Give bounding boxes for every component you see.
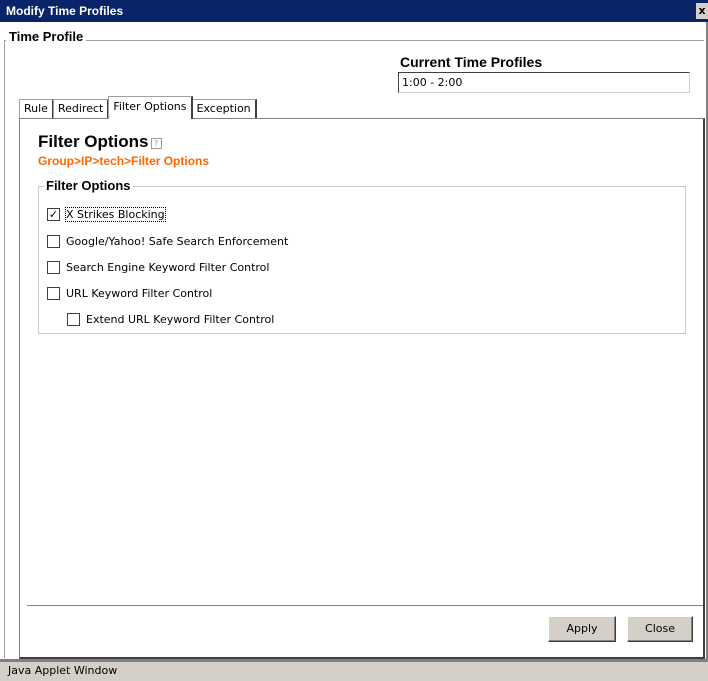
option-safe-search[interactable]: Google/Yahoo! Safe Search Enforcement <box>47 234 288 248</box>
panel-title-text: Filter Options <box>38 132 149 151</box>
current-time-profiles-label: Current Time Profiles <box>400 54 543 70</box>
checkbox-x-strikes-blocking[interactable]: ✓ <box>47 207 60 221</box>
checkbox-url-keyword[interactable] <box>47 286 60 300</box>
tab-redirect[interactable]: Redirect <box>52 99 110 119</box>
apply-button[interactable]: Apply <box>548 616 616 642</box>
tab-rule[interactable]: Rule <box>19 99 54 119</box>
option-extend-url-keyword[interactable]: Extend URL Keyword Filter Control <box>67 312 274 326</box>
tab-filter-options[interactable]: Filter Options <box>108 96 193 119</box>
panel-title: Filter Options? <box>38 132 162 152</box>
option-label: X Strikes Blocking <box>65 206 166 222</box>
filter-options-legend: Filter Options <box>44 178 133 194</box>
option-label: Google/Yahoo! Safe Search Enforcement <box>66 234 289 248</box>
tab-strip: Rule Redirect Filter Options Exception <box>19 96 257 119</box>
option-search-engine-keyword[interactable]: Search Engine Keyword Filter Control <box>47 260 269 274</box>
option-label: Extend URL Keyword Filter Control <box>86 312 275 326</box>
current-time-profiles-field[interactable]: 1:00 - 2:00 <box>398 72 690 93</box>
window-title: Modify Time Profiles <box>6 4 124 18</box>
option-url-keyword[interactable]: URL Keyword Filter Control <box>47 286 212 300</box>
tab-exception[interactable]: Exception <box>191 99 257 119</box>
checkbox-safe-search[interactable] <box>47 234 60 248</box>
checkbox-extend-url-keyword[interactable] <box>67 312 80 326</box>
close-icon[interactable]: x <box>696 3 708 19</box>
option-label: Search Engine Keyword Filter Control <box>66 260 270 274</box>
checkbox-search-engine-keyword[interactable] <box>47 260 60 274</box>
title-bar: Modify Time Profiles x <box>0 0 708 22</box>
footer-divider <box>27 605 703 606</box>
help-icon[interactable]: ? <box>150 138 162 149</box>
time-profile-legend: Time Profile <box>6 29 87 45</box>
option-label: URL Keyword Filter Control <box>66 286 213 300</box>
option-x-strikes-blocking[interactable]: ✓ X Strikes Blocking <box>47 206 166 222</box>
breadcrumb: Group>IP>tech>Filter Options <box>38 154 210 168</box>
close-button[interactable]: Close <box>627 616 693 642</box>
status-bar: Java Applet Window <box>0 661 708 681</box>
